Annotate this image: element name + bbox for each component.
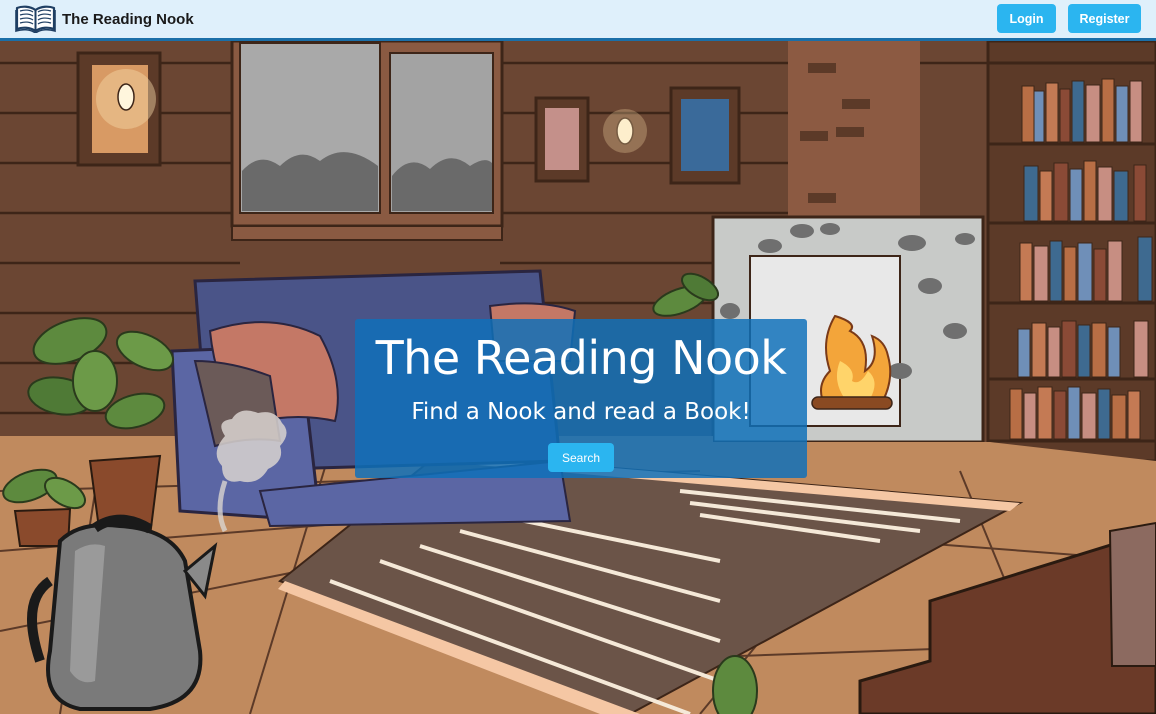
hero-subtitle: Find a Nook and read a Book! bbox=[411, 399, 751, 425]
brand-link[interactable]: The Reading Nook bbox=[15, 4, 194, 34]
hero-section: The Reading Nook Find a Nook and read a … bbox=[0, 41, 1156, 714]
hero-card: The Reading Nook Find a Nook and read a … bbox=[355, 319, 807, 478]
navbar: The Reading Nook Login Register bbox=[0, 0, 1156, 41]
brand-name: The Reading Nook bbox=[62, 10, 194, 28]
hero-title: The Reading Nook bbox=[375, 331, 787, 385]
login-button[interactable]: Login bbox=[997, 4, 1056, 33]
open-book-icon bbox=[15, 5, 56, 33]
search-button[interactable]: Search bbox=[548, 443, 614, 472]
register-button[interactable]: Register bbox=[1068, 4, 1141, 33]
